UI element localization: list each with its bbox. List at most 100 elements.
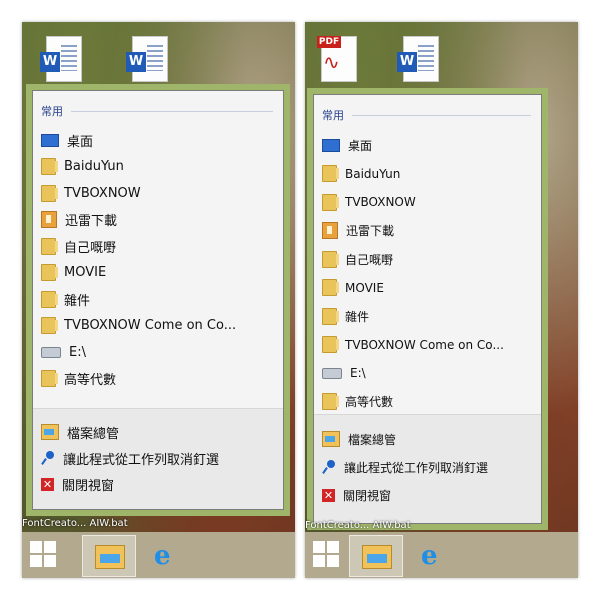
file-explorer-icon: [322, 431, 340, 447]
word-badge: W: [397, 52, 417, 72]
word-document-icon[interactable]: W: [397, 34, 441, 90]
jump-item-label: TVBOXNOW: [345, 195, 416, 210]
folder-icon: [322, 336, 339, 354]
folder-icon: [322, 279, 339, 297]
file-explorer-icon: [41, 424, 59, 440]
taskbar: e: [22, 532, 295, 578]
screenshot-left: W W 常用 桌面 BaiduYun TVBOXNOW 迅雷下載 自己嘅嘢 MO…: [22, 22, 295, 578]
jump-item-label: MOVIE: [345, 280, 384, 295]
jump-item[interactable]: 迅雷下載: [33, 207, 283, 234]
jump-item[interactable]: E:\: [314, 359, 541, 388]
folder-icon: [41, 370, 58, 388]
jump-item-label: MOVIE: [64, 265, 107, 281]
task-unpin[interactable]: 讓此程式從工作列取消釘選: [33, 445, 283, 471]
drive-icon: [41, 346, 61, 358]
unpin-icon: [322, 460, 336, 474]
jump-item-label: 自己嘅嘢: [345, 252, 394, 267]
jump-list-items: 桌面 BaiduYun TVBOXNOW 迅雷下載 自己嘅嘢 MOVIE 雜件 …: [33, 127, 283, 392]
desktop-icon: [41, 133, 59, 147]
taskbar: e: [305, 532, 578, 578]
jump-item[interactable]: 雜件: [314, 302, 541, 331]
unpin-icon: [41, 451, 55, 465]
jump-item-label: 迅雷下載: [65, 214, 118, 230]
close-icon: ✕: [322, 488, 335, 502]
task-unpin[interactable]: 讓此程式從工作列取消釘選: [314, 453, 541, 481]
jump-item[interactable]: BaiduYun: [314, 160, 541, 189]
jump-item[interactable]: MOVIE: [33, 260, 283, 287]
jump-item[interactable]: MOVIE: [314, 274, 541, 303]
section-title: 常用: [41, 105, 63, 118]
folder-icon: [41, 237, 58, 255]
taskbar-internet-explorer-button[interactable]: e: [409, 535, 461, 575]
jump-item-label: BaiduYun: [345, 166, 401, 181]
jump-item[interactable]: TVBOXNOW Come on Co...: [314, 331, 541, 360]
task-open-file-explorer[interactable]: 檔案總管: [33, 419, 283, 445]
file-explorer-icon: [362, 545, 392, 569]
windows-start-button[interactable]: [313, 541, 341, 569]
task-open-file-explorer[interactable]: 檔案總管: [314, 425, 541, 453]
section-title: 常用: [322, 109, 344, 122]
jump-item-label: 自己嘅嘢: [64, 240, 117, 256]
taskbar-file-explorer-button[interactable]: [82, 535, 136, 577]
jump-item[interactable]: 自己嘅嘢: [33, 233, 283, 260]
jump-list: 常用 桌面 BaiduYun TVBOXNOW 迅雷下載 自己嘅嘢 MOVIE …: [307, 88, 548, 530]
task-label: 讓此程式從工作列取消釘選: [63, 452, 220, 468]
jump-item[interactable]: 桌面: [33, 127, 283, 154]
jump-item-label: TVBOXNOW: [64, 185, 141, 201]
desktop-labels: FontCreato... AIW.bat: [22, 518, 128, 529]
jump-item[interactable]: 高等代數: [33, 366, 283, 393]
jump-item[interactable]: TVBOXNOW: [33, 180, 283, 207]
folder-icon: [41, 184, 58, 202]
jump-item[interactable]: BaiduYun: [33, 154, 283, 181]
jump-item[interactable]: E:\: [33, 339, 283, 366]
jump-item-label: TVBOXNOW Come on Co...: [345, 337, 504, 352]
word-badge: W: [126, 52, 146, 72]
file-explorer-icon: [95, 545, 125, 569]
jump-item-label: E:\: [350, 366, 366, 381]
word-badge: W: [40, 52, 60, 72]
pdf-document-icon[interactable]: PDF ∿: [315, 34, 359, 90]
section-header: 常用: [41, 103, 273, 125]
drive-icon: [322, 367, 342, 379]
jump-item[interactable]: 迅雷下載: [314, 217, 541, 246]
word-document-icon[interactable]: W: [40, 34, 84, 90]
folder-icon: [322, 250, 339, 268]
jump-item[interactable]: 桌面: [314, 131, 541, 160]
jump-item[interactable]: TVBOXNOW: [314, 188, 541, 217]
jump-item-label: 桌面: [348, 138, 373, 153]
word-document-icon[interactable]: W: [126, 34, 170, 90]
task-close-window[interactable]: ✕ 關閉視窗: [33, 471, 283, 497]
tasks-section: 檔案總管 讓此程式從工作列取消釘選 ✕ 關閉視窗: [33, 408, 283, 509]
jump-list-items: 桌面 BaiduYun TVBOXNOW 迅雷下載 自己嘅嘢 MOVIE 雜件 …: [314, 131, 541, 416]
thunder-icon: [322, 222, 338, 240]
pdf-badge: PDF: [317, 36, 341, 48]
folder-icon: [41, 158, 58, 176]
jump-item[interactable]: 自己嘅嘢: [314, 245, 541, 274]
windows-start-button[interactable]: [30, 541, 58, 569]
folder-icon: [41, 264, 58, 282]
section-header: 常用: [322, 107, 531, 129]
folder-icon: [322, 193, 339, 211]
jump-item-label: 雜件: [64, 293, 91, 309]
jump-item-label: 迅雷下載: [346, 224, 395, 239]
tasks-section: 檔案總管 讓此程式從工作列取消釘選 ✕ 關閉視窗: [314, 414, 541, 523]
jump-item[interactable]: 雜件: [33, 286, 283, 313]
folder-icon: [41, 290, 58, 308]
folder-icon: [41, 317, 58, 335]
folder-icon: [322, 393, 339, 411]
task-label: 檔案總管: [348, 432, 397, 447]
task-close-window[interactable]: ✕ 關閉視窗: [314, 481, 541, 509]
jump-item[interactable]: 高等代數: [314, 388, 541, 417]
folder-icon: [322, 165, 339, 183]
taskbar-file-explorer-button[interactable]: [349, 535, 403, 577]
taskbar-internet-explorer-button[interactable]: e: [142, 535, 194, 575]
jump-list: 常用 桌面 BaiduYun TVBOXNOW 迅雷下載 自己嘅嘢 MOVIE …: [26, 84, 290, 516]
internet-explorer-icon: e: [154, 541, 171, 571]
internet-explorer-icon: e: [421, 541, 438, 571]
acrobat-icon: ∿: [323, 50, 340, 74]
jump-item-label: 高等代數: [64, 373, 117, 389]
jump-item[interactable]: TVBOXNOW Come on Co...: [33, 313, 283, 340]
desktop-labels: FontCreato... AIW.bat: [305, 520, 411, 531]
task-label: 檔案總管: [67, 426, 120, 442]
jump-item-label: 雜件: [345, 309, 370, 324]
